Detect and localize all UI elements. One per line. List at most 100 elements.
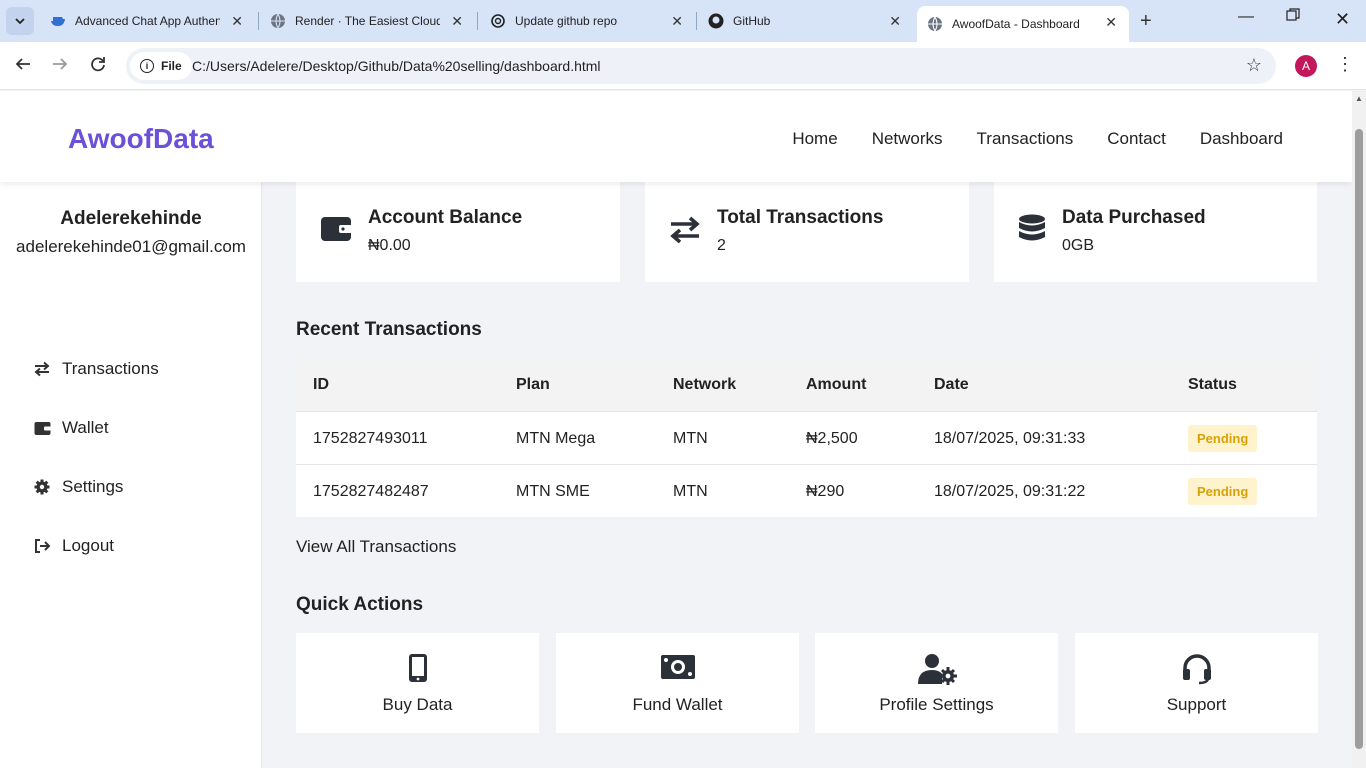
nav-home[interactable]: Home: [792, 129, 837, 149]
sidebar-item-settings[interactable]: Settings: [33, 477, 123, 497]
page-viewport: AwoofData Home Networks Transactions Con…: [0, 91, 1352, 768]
stat-card-transactions: Total Transactions 2: [645, 182, 969, 282]
sidebar-item-logout[interactable]: Logout: [33, 536, 114, 556]
page-scrollbar[interactable]: ▲: [1352, 91, 1366, 768]
browser-tab[interactable]: Render · The Easiest Cloud F ✕: [260, 0, 475, 42]
tab-divider: [477, 12, 478, 30]
stat-value: 2: [717, 237, 726, 254]
cell-amount: ₦2,500: [806, 430, 858, 447]
stat-label: Total Transactions: [717, 207, 884, 228]
close-icon[interactable]: ✕: [671, 13, 683, 30]
table-row: 1752827493011 MTN Mega MTN ₦2,500 18/07/…: [296, 411, 1317, 464]
headset-icon: [1075, 653, 1318, 685]
tab-title: Update github repo: [515, 14, 618, 28]
scroll-up-arrow-icon[interactable]: ▲: [1355, 94, 1363, 103]
cell-plan: MTN SME: [516, 483, 590, 500]
browser-tab-active[interactable]: AwoofData - Dashboard ✕: [917, 6, 1129, 42]
openai-icon: [490, 13, 506, 29]
quick-action-support[interactable]: Support: [1075, 633, 1318, 733]
browser-tab[interactable]: Advanced Chat App Authenti ✕: [40, 0, 255, 42]
logout-icon: [33, 537, 51, 555]
wallet-icon: [33, 419, 51, 437]
cell-plan: MTN Mega: [516, 430, 596, 447]
stat-card-data: Data Purchased 0GB: [994, 182, 1317, 282]
column-header-plan: Plan: [516, 376, 550, 393]
browser-tab[interactable]: GitHub ✕: [698, 0, 913, 42]
new-tab-icon[interactable]: +: [1140, 10, 1152, 33]
money-bill-icon: [556, 653, 799, 681]
user-email: adelerekehinde01@gmail.com: [16, 237, 246, 256]
browser-tab[interactable]: Update github repo ✕: [480, 0, 695, 42]
docker-whale-icon: [50, 13, 66, 29]
site-info-chip[interactable]: i File: [130, 52, 192, 80]
nav-transactions[interactable]: Transactions: [977, 129, 1074, 149]
close-icon[interactable]: ✕: [231, 13, 243, 30]
exchange-icon: [33, 360, 51, 378]
user-gear-icon: [815, 653, 1058, 685]
stat-card-balance: Account Balance ₦0.00: [296, 182, 620, 282]
sidebar-item-transactions[interactable]: Transactions: [33, 359, 159, 379]
browser-tab-bar: Advanced Chat App Authenti ✕ Render · Th…: [0, 0, 1366, 42]
forward-arrow-icon[interactable]: [52, 56, 68, 77]
browser-menu-icon[interactable]: ⋮: [1336, 54, 1354, 75]
sidebar-item-wallet[interactable]: Wallet: [33, 418, 109, 438]
nav-networks[interactable]: Networks: [872, 129, 943, 149]
cell-amount: ₦290: [806, 483, 845, 500]
tab-title: GitHub: [733, 14, 771, 28]
quick-action-fund-wallet[interactable]: Fund Wallet: [556, 633, 799, 733]
cell-network: MTN: [673, 483, 708, 500]
profile-avatar[interactable]: A: [1295, 55, 1317, 77]
nav-contact[interactable]: Contact: [1107, 129, 1166, 149]
cell-id: 1752827482487: [313, 483, 429, 500]
quick-action-label: Support: [1166, 695, 1227, 714]
cell-date: 18/07/2025, 09:31:33: [934, 430, 1086, 447]
close-icon[interactable]: ✕: [1105, 14, 1117, 31]
minimize-icon[interactable]: —: [1238, 8, 1254, 26]
bookmark-star-icon[interactable]: ☆: [1246, 55, 1262, 76]
globe-icon: [927, 16, 943, 32]
tab-divider: [696, 12, 697, 30]
table-header: ID Plan Network Amount Date Status: [296, 358, 1317, 411]
site-logo[interactable]: AwoofData: [68, 123, 214, 155]
restore-icon[interactable]: [1286, 8, 1300, 27]
nav-dashboard[interactable]: Dashboard: [1200, 129, 1283, 149]
url-text[interactable]: C:/Users/Adelere/Desktop/Github/Data%20s…: [192, 58, 601, 74]
database-icon: [1018, 214, 1046, 246]
chevron-down-icon: [15, 18, 25, 25]
sidebar: Adelerekehinde adelerekehinde01@gmail.co…: [0, 182, 262, 768]
tab-title: Render · The Easiest Cloud F: [295, 14, 440, 28]
wallet-icon: [320, 215, 352, 243]
address-bar[interactable]: i File C:/Users/Adelere/Desktop/Github/D…: [126, 48, 1276, 84]
back-arrow-icon[interactable]: [15, 56, 31, 77]
view-all-transactions-link[interactable]: View All Transactions: [296, 537, 456, 557]
stat-label: Data Purchased: [1062, 207, 1206, 228]
recent-transactions-title: Recent Transactions: [296, 319, 482, 340]
exchange-icon: [669, 215, 701, 245]
quick-action-buy-data[interactable]: Buy Data: [296, 633, 539, 733]
column-header-amount: Amount: [806, 376, 867, 393]
github-icon: [708, 13, 724, 29]
column-header-date: Date: [934, 376, 969, 393]
sidebar-item-label: Logout: [62, 536, 114, 555]
tab-title: Advanced Chat App Authenti: [75, 14, 220, 28]
quick-action-profile-settings[interactable]: Profile Settings: [815, 633, 1058, 733]
quick-action-label: Profile Settings: [879, 695, 994, 714]
reload-icon[interactable]: [90, 56, 106, 77]
close-icon[interactable]: ✕: [451, 13, 463, 30]
stat-value: 0GB: [1062, 237, 1095, 254]
status-badge: Pending: [1188, 478, 1258, 505]
tab-divider: [258, 12, 259, 30]
site-info-label: File: [161, 59, 182, 73]
user-name: Adelerekehinde: [60, 208, 202, 229]
table-row: 1752827482487 MTN SME MTN ₦290 18/07/202…: [296, 464, 1317, 517]
window-close-icon[interactable]: ✕: [1335, 9, 1350, 30]
quick-action-label: Fund Wallet: [632, 695, 723, 714]
tab-search-button[interactable]: [6, 7, 34, 35]
browser-toolbar: i File C:/Users/Adelere/Desktop/Github/D…: [0, 42, 1366, 90]
scrollbar-thumb[interactable]: [1355, 129, 1363, 749]
column-header-id: ID: [313, 376, 329, 393]
mobile-icon: [296, 653, 539, 683]
quick-actions-title: Quick Actions: [296, 594, 424, 615]
close-icon[interactable]: ✕: [889, 13, 901, 30]
stat-label: Account Balance: [368, 207, 523, 228]
